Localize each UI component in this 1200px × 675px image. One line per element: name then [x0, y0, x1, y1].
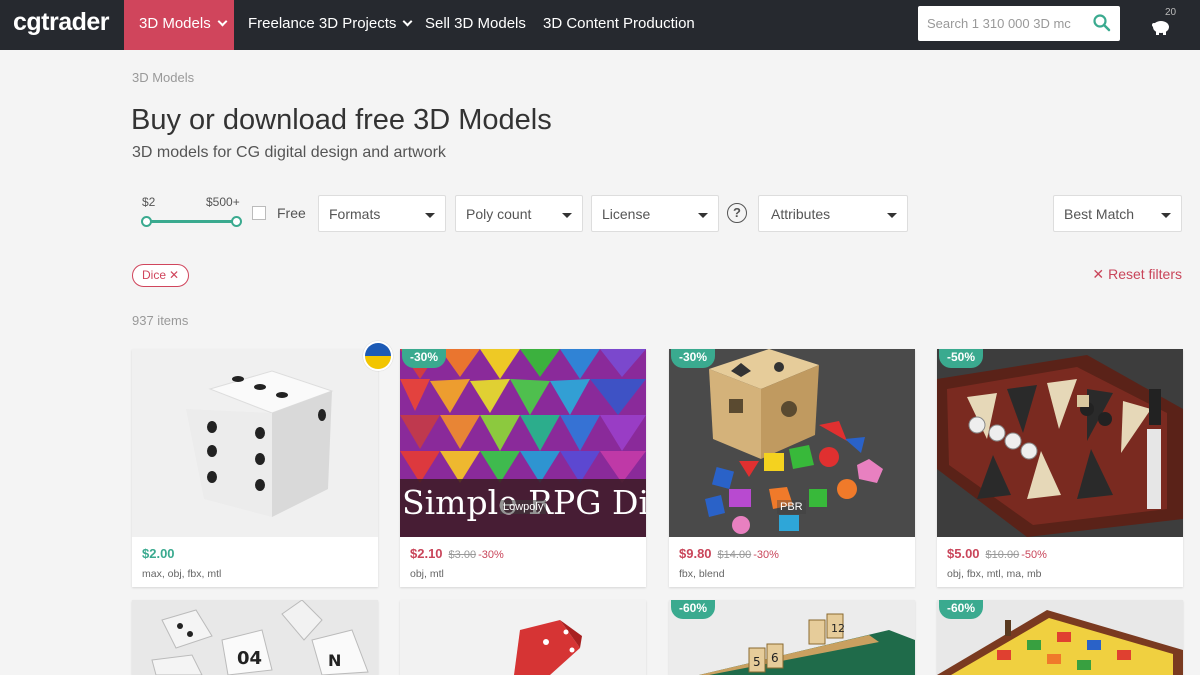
search-box [918, 6, 1120, 41]
rpg-dice-thumbnail[interactable]: Simple RPG Dice Lowpoly -30% [400, 349, 646, 537]
caret-down-icon [1161, 213, 1171, 218]
price-max-label: $500+ [206, 195, 240, 209]
discount-badge: -30% [402, 349, 447, 368]
nav-3d-content-production[interactable]: 3D Content Production [543, 0, 695, 50]
close-icon[interactable]: ✕ [169, 268, 179, 282]
reset-filters-link[interactable]: ✕ Reset filters [1092, 266, 1182, 283]
cgtrader-logo[interactable]: cgtrader [13, 8, 110, 37]
active-filter-tag[interactable]: Dice ✕ [132, 264, 190, 287]
product-card[interactable]: $2.00 max, obj, fbx, mtl [132, 349, 378, 587]
free-checkbox[interactable] [252, 206, 266, 220]
breadcrumb[interactable]: 3D Models [132, 70, 194, 85]
formats-dropdown[interactable]: Formats [318, 195, 446, 232]
discount-text: -30% [753, 549, 779, 561]
close-icon: ✕ [1092, 266, 1105, 282]
range-max-handle[interactable] [231, 216, 242, 227]
price-range-slider[interactable]: $2 $500+ [140, 194, 245, 230]
discount-badge: -30% [671, 349, 716, 368]
caret-down-icon [698, 213, 708, 218]
discount-text: -30% [478, 549, 504, 561]
product-card[interactable]: 04 N [132, 600, 378, 675]
license-dropdown[interactable]: License [591, 195, 719, 232]
chevron-down-icon [217, 16, 228, 27]
cart-button[interactable]: 20 [1150, 7, 1190, 40]
product-formats: obj, fbx, mtl, ma, mb [947, 568, 1042, 580]
search-icon[interactable] [1092, 13, 1112, 33]
item-count: 937 items [132, 313, 189, 328]
svg-text:N: N [328, 651, 341, 670]
shut-the-box-thumbnail[interactable]: 5 6 12 -60% [669, 600, 915, 675]
lowpoly-label: Lowpoly [500, 500, 547, 514]
sort-dropdown[interactable]: Best Match [1053, 195, 1182, 232]
nav-sell-3d-models[interactable]: Sell 3D Models [425, 0, 526, 50]
search-input[interactable] [918, 6, 1086, 41]
product-card[interactable]: -50% $5.00 $10.00 -50% obj, fbx, mtl, ma, … [937, 349, 1183, 587]
svg-text:6: 6 [771, 651, 779, 665]
dice-thumbnail[interactable] [132, 349, 378, 537]
pbr-label: PBR [777, 500, 806, 514]
cart-count: 20 [1165, 7, 1177, 18]
old-price: $3.00 [448, 549, 477, 561]
top-navbar: cgtrader 3D Models Freelance 3D Projects… [0, 0, 1200, 50]
product-price: $2.10 [410, 546, 443, 561]
product-price: $9.80 [679, 546, 712, 561]
svg-text:12: 12 [831, 622, 845, 635]
product-card[interactable]: 5 6 12 -60% [669, 600, 915, 675]
product-formats: fbx, blend [679, 568, 725, 580]
nav-3d-models[interactable]: 3D Models [124, 0, 234, 50]
poly-count-dropdown[interactable]: Poly count [455, 195, 583, 232]
product-price: $2.00 [142, 546, 175, 561]
red-die-thumbnail[interactable] [400, 600, 646, 675]
caret-down-icon [562, 213, 572, 218]
product-formats: max, obj, fbx, mtl [142, 568, 222, 580]
page-title: Buy or download free 3D Models [131, 104, 552, 136]
chevron-down-icon [402, 16, 413, 27]
free-label: Free [277, 205, 306, 221]
numbered-dice-thumbnail[interactable]: 04 N [132, 600, 378, 675]
attributes-dropdown[interactable]: Attributes [758, 195, 908, 232]
product-price: $5.00 [947, 546, 980, 561]
old-price: $14.00 [717, 549, 752, 561]
range-track [146, 220, 238, 223]
shape-sorter-thumbnail[interactable]: PBR -30% [669, 349, 915, 537]
discount-badge: -60% [939, 600, 984, 619]
product-card[interactable]: PBR -30% $9.80 $14.00 -30% fbx, blend [669, 349, 915, 587]
nav-freelance-projects[interactable]: Freelance 3D Projects [248, 0, 413, 50]
help-icon[interactable]: ? [727, 203, 747, 223]
product-card[interactable]: -60% [937, 600, 1183, 675]
backgammon-thumbnail[interactable]: -50% [937, 349, 1183, 537]
caret-down-icon [887, 213, 897, 218]
discount-badge: -50% [939, 349, 984, 368]
discount-badge: -60% [671, 600, 716, 619]
discount-text: -50% [1021, 549, 1047, 561]
product-card[interactable]: Simple RPG Dice Lowpoly -30% $2.10$3.00-… [400, 349, 646, 587]
product-card[interactable] [400, 600, 646, 675]
ukraine-flag-icon [363, 341, 393, 371]
price-min-label: $2 [142, 195, 156, 209]
caret-down-icon [425, 213, 435, 218]
svg-text:04: 04 [237, 648, 262, 669]
range-min-handle[interactable] [141, 216, 152, 227]
product-formats: obj, mtl [410, 568, 444, 580]
old-price: $10.00 [985, 549, 1020, 561]
board-game-thumbnail[interactable]: -60% [937, 600, 1183, 675]
svg-text:5: 5 [753, 655, 761, 669]
page-subtitle: 3D models for CG digital design and artw… [132, 144, 446, 161]
